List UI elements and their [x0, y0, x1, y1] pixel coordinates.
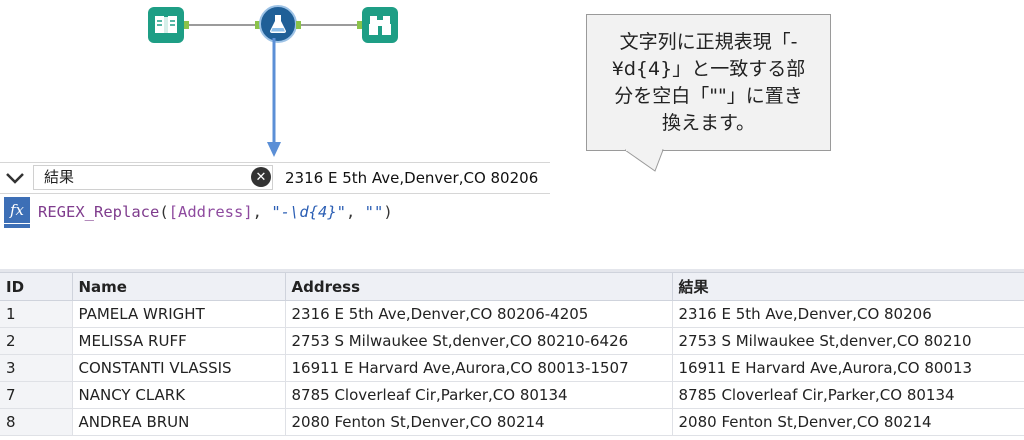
- cell-address: 8785 Cloverleaf Cir,Parker,CO 80134: [284, 381, 673, 409]
- table-row[interactable]: 1 PAMELA WRIGHT 2316 E 5th Ave,Denver,CO…: [0, 300, 1024, 328]
- callout-line: ¥d{4}」と一致する部: [611, 57, 806, 80]
- cell-id: 7: [0, 381, 73, 409]
- formula-field-row: 結果 ✕ 2316 E 5th Ave,Denver,CO 80206: [0, 162, 550, 194]
- column-header-name[interactable]: Name: [71, 272, 286, 301]
- cell-id: 3: [0, 354, 73, 382]
- table-row[interactable]: 2 MELISSA RUFF 2753 S Milwaukee St,denve…: [0, 327, 1024, 355]
- column-header-address[interactable]: Address: [284, 272, 673, 301]
- flask-icon: [270, 15, 286, 33]
- cell-name: NANCY CLARK: [71, 381, 286, 409]
- selection-arrow: [267, 38, 281, 157]
- cell-id: 1: [0, 300, 73, 328]
- callout-tail: [625, 149, 664, 172]
- callout-line: 文字列に正規表現「-: [619, 30, 798, 53]
- fx-icon[interactable]: fx: [4, 197, 30, 223]
- table-row[interactable]: 7 NANCY CLARK 8785 Cloverleaf Cir,Parker…: [0, 381, 1024, 409]
- fx-icon-edge: [4, 224, 30, 228]
- cell-result: 16911 E Harvard Ave,Aurora,CO 80013: [671, 354, 1024, 382]
- explanation-callout: 文字列に正規表現「- ¥d{4}」と一致する部 分を空白「""」に置き 換えます…: [586, 14, 831, 151]
- replacement-token: "": [364, 203, 384, 221]
- cell-address: 2080 Fenton St,Denver,CO 80214: [284, 408, 673, 436]
- function-token: REGEX_Replace: [38, 203, 160, 221]
- chevron-down-icon[interactable]: [4, 169, 26, 187]
- paren-token: ): [383, 203, 393, 221]
- cell-name: CONSTANTI VLASSIS: [71, 354, 286, 382]
- table-row[interactable]: 3 CONSTANTI VLASSIS 16911 E Harvard Ave,…: [0, 354, 1024, 382]
- cell-address: 16911 E Harvard Ave,Aurora,CO 80013-1507: [284, 354, 673, 382]
- data-preview-value: 2316 E 5th Ave,Denver,CO 80206: [285, 169, 539, 187]
- cell-result: 2753 S Milwaukee St,denver,CO 80210: [671, 327, 1024, 355]
- cell-address: 2753 S Milwaukee St,denver,CO 80210-6426: [284, 327, 673, 355]
- cell-result: 8785 Cloverleaf Cir,Parker,CO 80134: [671, 381, 1024, 409]
- output-field-select[interactable]: 結果: [33, 165, 273, 190]
- column-header-result[interactable]: 結果: [671, 272, 1024, 301]
- cell-result: 2080 Fenton St,Denver,CO 80214: [671, 408, 1024, 436]
- input-data-tool[interactable]: [148, 7, 184, 43]
- pattern-token: "-\d{4}": [271, 203, 346, 221]
- separator-token: ,: [346, 203, 365, 221]
- separator-token: ,: [252, 203, 272, 221]
- browse-tool[interactable]: [362, 7, 398, 43]
- column-header-id[interactable]: ID: [0, 272, 73, 301]
- connection-line: [301, 24, 357, 26]
- cell-name: MELISSA RUFF: [71, 327, 286, 355]
- cell-address: 2316 E 5th Ave,Denver,CO 80206-4205: [284, 300, 673, 328]
- book-icon: [155, 16, 177, 33]
- connection-line: [189, 24, 255, 26]
- expression-editor[interactable]: REGEX_Replace([Address], "-\d{4}", ""): [38, 200, 393, 224]
- callout-line: 換えます。: [661, 111, 756, 134]
- results-table: ID Name Address 結果 1 PAMELA WRIGHT 2316 …: [0, 272, 1024, 436]
- paren-token: (: [159, 203, 169, 221]
- table-row[interactable]: 8 ANDREA BRUN 2080 Fenton St,Denver,CO 8…: [0, 408, 1024, 436]
- binoculars-icon: [369, 16, 391, 35]
- table-header-row: ID Name Address 結果: [0, 272, 1024, 301]
- cell-id: 2: [0, 327, 73, 355]
- clear-icon[interactable]: ✕: [251, 167, 271, 187]
- cell-name: ANDREA BRUN: [71, 408, 286, 436]
- cell-id: 8: [0, 408, 73, 436]
- cell-result: 2316 E 5th Ave,Denver,CO 80206: [671, 300, 1024, 328]
- callout-line: 分を空白「""」に置き: [614, 84, 803, 107]
- cell-name: PAMELA WRIGHT: [71, 300, 286, 328]
- field-token: [Address]: [168, 203, 253, 221]
